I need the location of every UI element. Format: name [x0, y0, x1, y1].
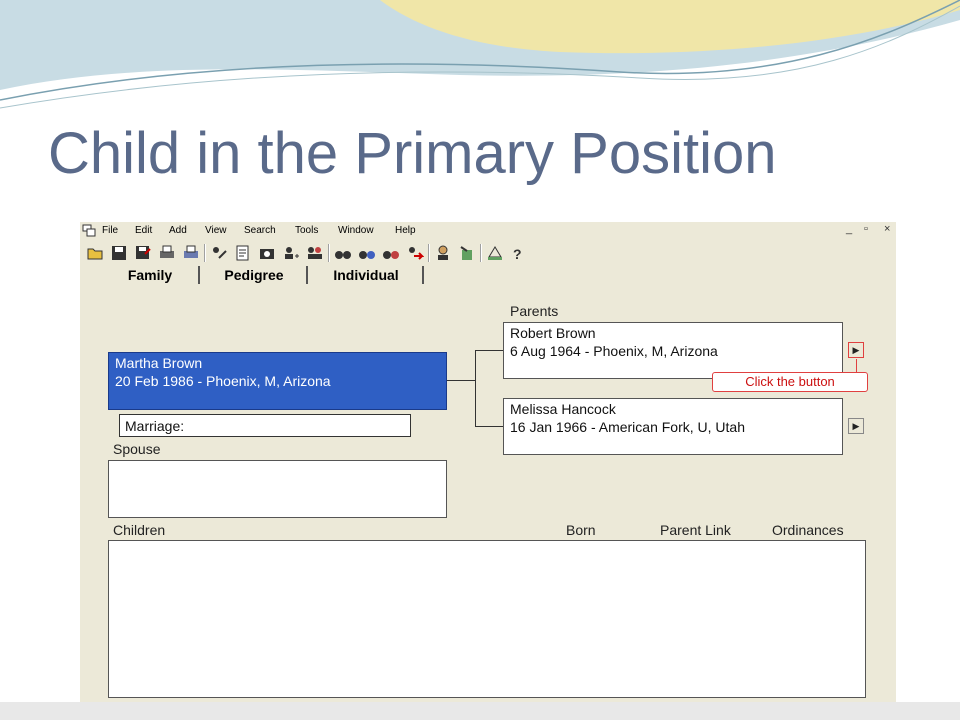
find-individual-icon[interactable] — [358, 244, 376, 262]
pedigree-chart-icon[interactable] — [486, 244, 504, 262]
connector-line — [475, 350, 476, 426]
menu-bar: File Edit Add View Search Tools Window H… — [80, 222, 896, 240]
parents-label: Parents — [510, 303, 559, 319]
find-family-icon[interactable] — [382, 244, 400, 262]
print-preview-icon[interactable] — [182, 244, 200, 262]
menu-add[interactable]: Add — [169, 225, 187, 236]
father-details: 6 Aug 1964 - Phoenix, M, Arizona — [510, 343, 718, 359]
bottom-strip — [0, 702, 960, 720]
mother-box[interactable]: Melissa Hancock 16 Jan 1966 - American F… — [503, 398, 843, 455]
add-family-icon[interactable] — [306, 244, 324, 262]
svg-text:?: ? — [513, 246, 522, 262]
born-header: Born — [566, 522, 596, 538]
search-binoculars-icon[interactable] — [334, 244, 352, 262]
connector-line — [447, 380, 475, 381]
children-label: Children — [113, 522, 166, 538]
toolbar: ? — [80, 241, 896, 265]
mother-details: 16 Jan 1966 - American Fork, U, Utah — [510, 419, 745, 435]
slide-title: Child in the Primary Position — [48, 121, 777, 186]
children-list[interactable] — [108, 540, 866, 698]
menu-tools[interactable]: Tools — [295, 225, 318, 236]
menu-search[interactable]: Search — [244, 225, 276, 236]
minimize-button[interactable]: _ — [846, 223, 852, 235]
primary-person-box[interactable]: Martha Brown 20 Feb 1986 - Phoenix, M, A… — [108, 352, 447, 410]
individual-edit-icon[interactable] — [210, 244, 228, 262]
save-icon[interactable] — [110, 244, 128, 262]
primary-name: Martha Brown — [115, 355, 203, 371]
callout-pointer — [856, 359, 857, 372]
menu-help[interactable]: Help — [395, 225, 416, 236]
parent-link-header: Parent Link — [660, 522, 731, 538]
open-folder-icon[interactable] — [86, 244, 104, 262]
close-button[interactable]: × — [884, 223, 890, 235]
father-name: Robert Brown — [510, 325, 596, 341]
camera-icon[interactable] — [258, 244, 276, 262]
toolbar-separator — [480, 244, 482, 262]
app-icon — [82, 224, 96, 237]
click-callout: Click the button — [712, 372, 868, 392]
menu-edit[interactable]: Edit — [135, 225, 152, 236]
mother-parents-button[interactable]: ▶ — [848, 418, 864, 434]
toolbar-separator — [428, 244, 430, 262]
tab-individual[interactable]: Individual — [310, 266, 424, 284]
marriage-label: Marriage: — [125, 418, 185, 434]
export-icon[interactable] — [458, 244, 476, 262]
spouse-box[interactable] — [108, 460, 447, 518]
go-to-icon[interactable] — [406, 244, 424, 262]
connector-line — [475, 426, 503, 427]
menu-view[interactable]: View — [205, 225, 227, 236]
restore-button[interactable]: ▫ — [864, 223, 868, 235]
tab-family[interactable]: Family — [102, 266, 200, 284]
marriage-field[interactable]: Marriage: — [119, 414, 411, 437]
print-icon[interactable] — [158, 244, 176, 262]
tab-bar: Family Pedigree Individual — [80, 266, 896, 286]
save-as-icon[interactable] — [134, 244, 152, 262]
father-box[interactable]: Robert Brown 6 Aug 1964 - Phoenix, M, Ar… — [503, 322, 843, 379]
toolbar-separator — [328, 244, 330, 262]
spouse-label: Spouse — [113, 441, 161, 457]
ordinances-header: Ordinances — [772, 522, 844, 538]
primary-details: 20 Feb 1986 - Phoenix, M, Arizona — [115, 373, 331, 389]
menu-file[interactable]: File — [102, 225, 118, 236]
connector-line — [475, 350, 503, 351]
father-parents-button[interactable]: ▶ — [848, 342, 864, 358]
app-window: File Edit Add View Search Tools Window H… — [80, 222, 896, 720]
tab-pedigree[interactable]: Pedigree — [202, 266, 308, 284]
slide-banner-decoration — [0, 0, 960, 109]
toolbar-separator — [204, 244, 206, 262]
notes-icon[interactable] — [234, 244, 252, 262]
menu-window[interactable]: Window — [338, 225, 374, 236]
add-individual-icon[interactable] — [282, 244, 300, 262]
mother-name: Melissa Hancock — [510, 401, 616, 417]
person-icon[interactable] — [434, 244, 452, 262]
help-icon[interactable]: ? — [508, 244, 526, 262]
